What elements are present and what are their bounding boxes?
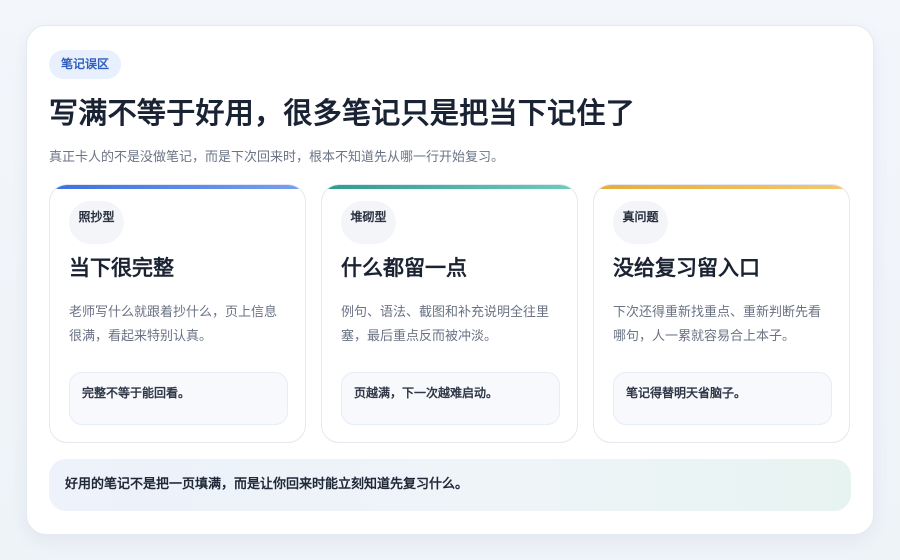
card-description: 例句、语法、截图和补充说明全往里塞，最后重点反而被冲淡。 [341,305,550,344]
card-heading: 没给复习留入口 [613,256,760,280]
card-heading: 什么都留一点 [341,256,467,280]
card-accent-bar [594,185,849,189]
card-heading: 当下很完整 [69,256,174,280]
card-description: 下次还得重新找重点、重新判断先看哪句，人一累就容易合上本子。 [613,305,822,344]
summary-banner: 好用的笔记不是把一页填满，而是让你回来时能立刻知道先复习什么。 [49,459,851,511]
card-tag: 真问题 [613,201,668,244]
note-card-pileup: 堆砌型 什么都留一点 例句、语法、截图和补充说明全往里塞，最后重点反而被冲淡。 … [321,184,578,443]
card-accent-bar [50,185,305,189]
card-accent-bar [322,185,577,189]
note-card-real-problem: 真问题 没给复习留入口 下次还得重新找重点、重新判断先看哪句，人一累就容易合上本… [593,184,850,443]
card-tag: 照抄型 [69,201,124,244]
card-note: 页越满，下一次越难启动。 [341,372,560,425]
note-card-copy: 照抄型 当下很完整 老师写什么就跟着抄什么，页上信息很满，看起来特别认真。 完整… [49,184,306,443]
page-subtitle: 真正卡人的不是没做笔记，而是下次回来时，根本不知道先从哪一行开始复习。 [49,150,505,165]
card-tag: 堆砌型 [341,201,396,244]
topic-badge: 笔记误区 [49,50,122,79]
card-note: 完整不等于能回看。 [69,372,288,425]
card-note: 笔记得替明天省脑子。 [613,372,832,425]
card-description: 老师写什么就跟着抄什么，页上信息很满，看起来特别认真。 [69,305,278,344]
page-title: 写满不等于好用，很多笔记只是把当下记住了 [49,96,636,130]
